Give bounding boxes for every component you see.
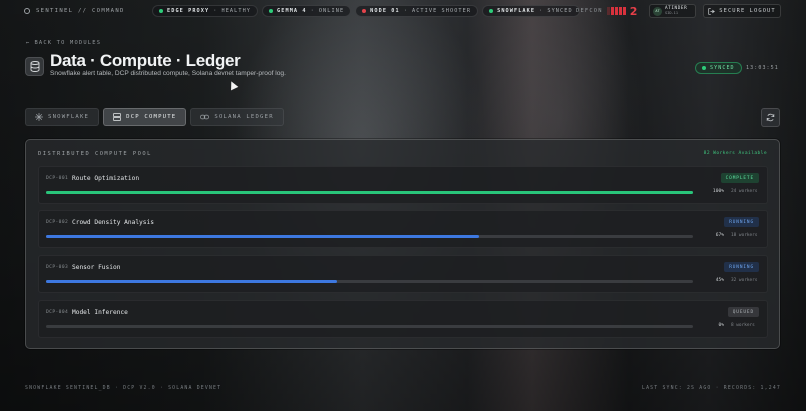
tab-dcp-compute[interactable]: DCP COMPUTE	[103, 108, 187, 126]
user-id: SID-11	[665, 11, 678, 15]
defcon-indicator: DEFCON 2	[576, 4, 637, 18]
progress-fill	[46, 235, 480, 238]
job-progress-label: 67%	[715, 233, 724, 238]
snowflake-icon	[35, 113, 43, 121]
pill-status: SYNCED	[547, 8, 573, 14]
job-id: DCP-001	[46, 176, 69, 181]
status-pill-edge-proxy[interactable]: EDGE PROXY · HEALTHY	[152, 5, 259, 17]
status-pill-gemma[interactable]: GEMMA 4 · ONLINE	[262, 5, 352, 17]
secure-logout-button[interactable]: SECURE LOGOUT	[703, 4, 781, 18]
tab-label: DCP COMPUTE	[126, 114, 177, 120]
tab-solana-ledger[interactable]: SOLANA LEDGER	[190, 108, 284, 126]
status-dot-icon	[702, 66, 706, 70]
job-progress-label: 0%	[718, 323, 724, 328]
progress-track	[46, 280, 693, 283]
job-name: Sensor Fusion	[72, 264, 121, 271]
job-name: Crowd Density Analysis	[72, 219, 154, 226]
link-icon	[200, 114, 210, 120]
pill-status: ONLINE	[318, 8, 345, 14]
progress-track	[46, 235, 693, 238]
refresh-icon	[766, 113, 775, 122]
job-row[interactable]: DCP-001 Route Optimization COMPLETE 100%…	[38, 166, 768, 204]
job-workers: 18 workers	[731, 233, 758, 238]
job-progress-label: 45%	[715, 278, 724, 283]
sync-status-text: SYNCED	[710, 65, 735, 71]
server-icon	[113, 113, 122, 121]
pill-status: ACTIVE SHOOTER	[411, 8, 472, 14]
job-status-badge: RUNNING	[724, 262, 759, 272]
job-id: DCP-004	[46, 310, 69, 315]
module-tabs: SNOWFLAKE DCP COMPUTE SOLANA LEDGER	[25, 108, 284, 126]
panel-title: DISTRIBUTED COMPUTE POOL	[38, 151, 152, 157]
brand-ring-icon	[24, 8, 30, 14]
workers-available: 82 Workers Available	[703, 151, 767, 156]
job-name: Model Inference	[72, 309, 128, 316]
compute-pool-panel: DISTRIBUTED COMPUTE POOL 82 Workers Avai…	[25, 139, 780, 349]
job-id: DCP-003	[46, 265, 69, 270]
pill-name: EDGE PROXY	[167, 8, 210, 14]
status-dot-icon	[269, 9, 274, 13]
user-badge[interactable]: AT ATINDER SID-11	[649, 4, 696, 18]
database-icon	[25, 57, 44, 76]
progress-track	[46, 325, 693, 328]
status-dot-icon	[159, 9, 163, 13]
status-dot-icon	[489, 9, 494, 13]
avatar: AT	[653, 6, 662, 16]
back-to-modules-link[interactable]: ← BACK TO MODULES	[26, 40, 101, 46]
back-label: BACK TO MODULES	[34, 40, 102, 46]
job-row[interactable]: DCP-003 Sensor Fusion RUNNING 45% 32 wor…	[38, 255, 768, 293]
job-id: DCP-002	[46, 220, 69, 225]
status-pill-node-01[interactable]: NODE 01 · ACTIVE SHOOTER	[355, 5, 479, 17]
job-name: Route Optimization	[72, 175, 140, 182]
pill-name: GEMMA 4	[277, 8, 307, 14]
mouse-cursor-icon	[227, 79, 239, 91]
arrow-left-icon: ←	[26, 40, 31, 46]
sync-status-badge: SYNCED	[695, 62, 742, 74]
page-title: Data · Compute · Ledger	[50, 51, 241, 70]
job-row[interactable]: DCP-004 Model Inference QUEUED 0% 8 work…	[38, 300, 768, 338]
progress-track	[46, 191, 693, 194]
job-row[interactable]: DCP-002 Crowd Density Analysis RUNNING 6…	[38, 210, 768, 248]
job-status-badge: COMPLETE	[720, 173, 759, 183]
job-status-badge: RUNNING	[724, 217, 759, 227]
pill-name: SNOWFLAKE	[497, 8, 536, 14]
brand-name: SENTINEL // COMMAND	[36, 8, 125, 14]
job-workers: 32 workers	[731, 278, 758, 283]
defcon-label: DEFCON	[576, 8, 603, 14]
status-pills: EDGE PROXY · HEALTHY GEMMA 4 · ONLINE NO…	[152, 5, 580, 17]
tab-label: SNOWFLAKE	[48, 114, 90, 120]
pill-status: HEALTHY	[221, 8, 252, 14]
defcon-level: 2	[629, 4, 638, 18]
pill-name: NODE 01	[370, 8, 400, 14]
tab-snowflake[interactable]: SNOWFLAKE	[25, 108, 100, 126]
defcon-bars	[606, 7, 626, 15]
brand: SENTINEL // COMMAND	[24, 8, 152, 14]
progress-fill	[46, 191, 693, 194]
progress-fill	[46, 280, 338, 283]
tab-label: SOLANA LEDGER	[214, 114, 274, 120]
job-workers: 8 workers	[731, 323, 755, 328]
logout-icon	[708, 7, 716, 15]
page-subtitle: Snowflake alert table, DCP distributed c…	[50, 70, 286, 77]
refresh-button[interactable]	[761, 108, 780, 127]
job-progress-label: 100%	[712, 189, 724, 194]
footer-sync-info: LAST SYNC: 2S AGO · RECORDS: 1,247	[642, 386, 781, 391]
status-dot-icon	[362, 9, 367, 13]
job-workers: 24 workers	[731, 189, 758, 194]
status-pill-snowflake[interactable]: SNOWFLAKE · SYNCED	[482, 5, 580, 17]
header-timestamp: 13:03:51	[746, 65, 779, 71]
app-root: SENTINEL // COMMAND EDGE PROXY · HEALTHY…	[0, 0, 806, 411]
footer-info: SNOWFLAKE SENTINEL_DB · DCP V2.0 · SOLAN…	[25, 386, 222, 391]
job-status-badge: QUEUED	[727, 307, 759, 317]
logout-label: SECURE LOGOUT	[719, 8, 776, 14]
